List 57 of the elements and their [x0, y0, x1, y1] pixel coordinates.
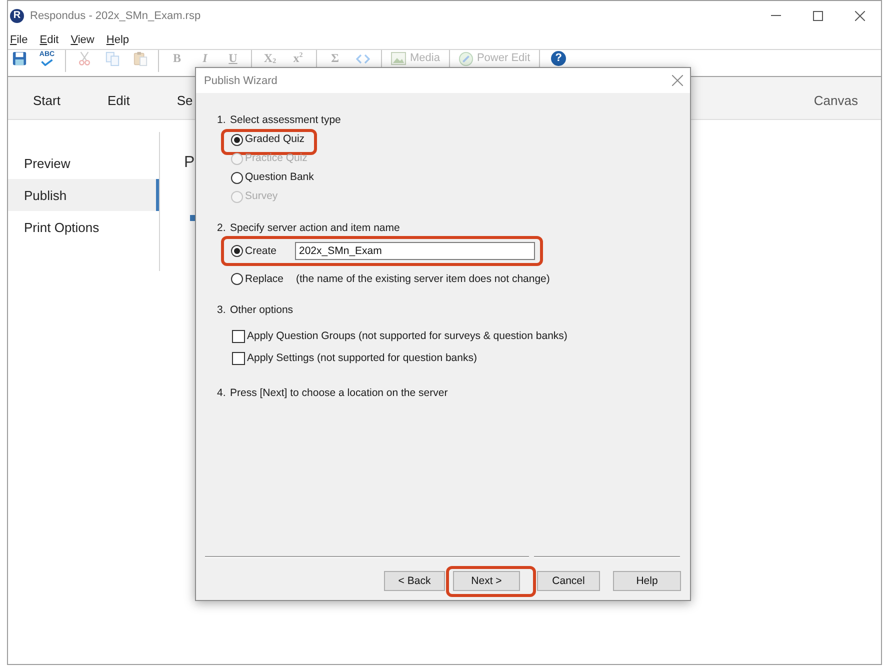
app-logo: R: [10, 8, 24, 22]
section-heading: Other options: [230, 303, 294, 317]
close-icon: [672, 75, 683, 86]
radio-button[interactable]: [231, 172, 243, 184]
code-brackets-icon: [356, 54, 370, 64]
section-heading: Select assessment type: [230, 113, 341, 127]
picture-icon: [391, 52, 406, 65]
sidebar-item[interactable]: Publish: [8, 179, 159, 211]
section-number: 1.: [217, 113, 227, 127]
close-icon: [855, 10, 865, 20]
menu-item[interactable]: Edit: [40, 32, 59, 46]
dialog-button[interactable]: Help: [613, 571, 681, 591]
bullet-icon: [190, 215, 195, 221]
copy-icon: [104, 51, 120, 66]
checkbox-label: Apply Question Groups (not supported for surveys & question banks): [247, 330, 568, 342]
ribbon-tab[interactable]: Start: [32, 89, 62, 111]
maximize-icon: [813, 10, 823, 20]
option-label: Question Bank: [245, 171, 314, 184]
window-title: Respondus - 202x_SMn_Exam.rsp: [30, 10, 201, 22]
checkbox-label: Apply Settings (not supported for question banks): [247, 352, 477, 364]
minimize-icon: [771, 15, 781, 16]
pencil-circle-icon: [458, 52, 473, 66]
option-label: Graded Quiz: [245, 133, 305, 146]
close-button[interactable]: [671, 74, 684, 87]
ribbon-tab[interactable]: Edit: [106, 89, 131, 111]
option-label: Practice Quiz: [245, 152, 308, 165]
item-name-field[interactable]: 202x_SMn_Exam: [295, 242, 535, 260]
sidebar-item[interactable]: Print Options: [8, 211, 159, 243]
section-heading: Press [Next] to choose a location on the server: [230, 386, 448, 400]
help-button[interactable]: ?: [551, 51, 566, 66]
sidebar-item[interactable]: Preview: [8, 147, 159, 179]
option-label: Replace: [245, 272, 285, 286]
section-number: 4.: [217, 386, 227, 400]
dialog-title: Publish Wizard: [204, 74, 278, 86]
dialog-button[interactable]: < Back: [384, 571, 445, 591]
option-label: Create: [245, 244, 278, 258]
radio-button[interactable]: [231, 134, 243, 146]
clipboard-icon: [132, 51, 148, 66]
radio-button[interactable]: [231, 245, 243, 257]
dialog-button[interactable]: Cancel: [537, 571, 600, 591]
menu-item[interactable]: View: [70, 32, 94, 46]
scissors-icon: [78, 51, 90, 66]
menu-item[interactable]: File: [10, 32, 28, 46]
option-note: (the name of the existing server item does not change): [296, 272, 550, 286]
section-number: 2.: [217, 221, 227, 235]
ribbon-tab[interactable]: Se: [176, 89, 194, 111]
page-heading: P: [184, 153, 195, 173]
option-label: Survey: [245, 190, 278, 203]
checkbox[interactable]: [232, 352, 245, 364]
radio-button[interactable]: [231, 273, 243, 285]
dialog-button[interactable]: Next >: [453, 571, 520, 591]
checkbox[interactable]: [232, 330, 245, 342]
section-heading: Specify server action and item name: [230, 221, 400, 235]
menu-item[interactable]: Help: [106, 32, 130, 46]
section-number: 3.: [217, 303, 227, 317]
lms-label: Canvas: [814, 92, 858, 108]
checkmark-icon: [40, 59, 54, 66]
